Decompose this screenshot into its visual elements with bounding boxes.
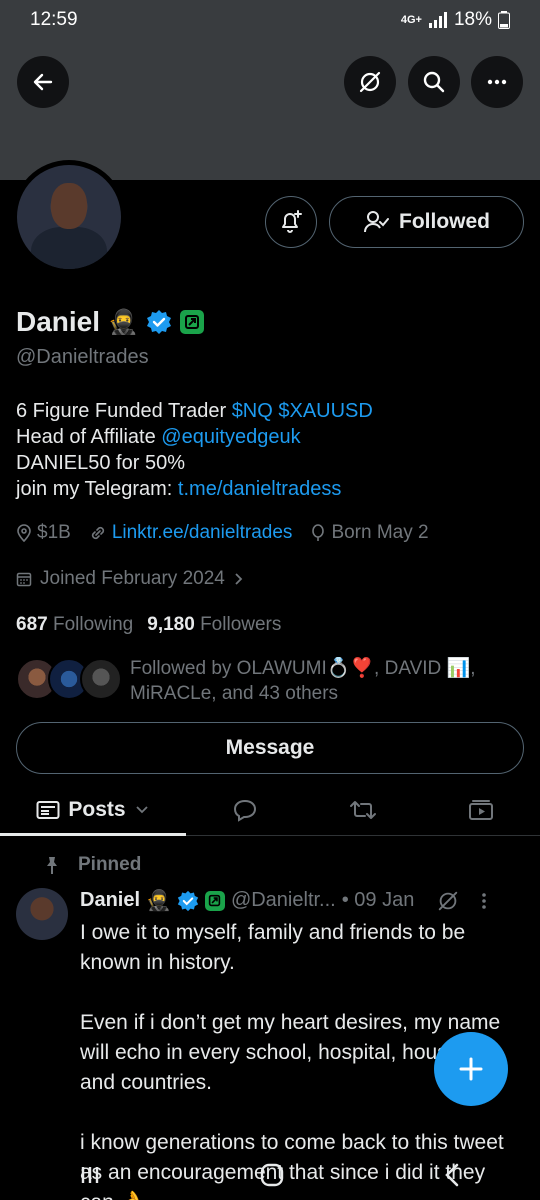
posts-feed-icon xyxy=(36,800,60,819)
calendar-icon xyxy=(16,572,32,587)
profile-name: Daniel xyxy=(16,306,101,337)
name-emoji: 🥷 xyxy=(108,308,138,336)
active-tab-indicator xyxy=(0,833,186,836)
status-icons: 4G+ 18% xyxy=(401,9,510,31)
profile-name-row: Daniel 🥷 xyxy=(16,306,204,338)
verified-badge-icon[interactable] xyxy=(146,309,172,335)
more-dots-icon xyxy=(487,79,507,85)
network-label: 4G+ xyxy=(400,14,422,26)
reply-bubble-icon xyxy=(233,799,257,822)
notifications-button[interactable] xyxy=(265,196,317,248)
birthday-item: Born May 2 xyxy=(310,522,429,544)
battery-label: 18% xyxy=(453,9,492,30)
link-icon xyxy=(91,526,104,540)
grok-button[interactable] xyxy=(344,56,396,108)
back-button[interactable] xyxy=(17,56,69,108)
status-bar: 12:59 4G+ 18% xyxy=(0,0,540,40)
more-button[interactable] xyxy=(471,56,523,108)
tab-media[interactable] xyxy=(422,784,540,835)
location-pin-icon xyxy=(17,524,31,542)
pinned-label-row: Pinned xyxy=(42,854,141,876)
post-author-avatar[interactable] xyxy=(16,888,68,940)
follow-counts: 687 Following 9,180 Followers xyxy=(16,614,281,636)
bio-telegram-link[interactable]: t.me/danieltradess xyxy=(178,478,341,500)
followed-label: Followed xyxy=(399,210,490,233)
followed-button[interactable]: Followed xyxy=(329,196,524,248)
user-check-icon xyxy=(364,211,389,233)
profile-avatar-frame xyxy=(12,160,126,274)
followed-by[interactable]: Followed by OLAWUMI💍❣️, DAVID 📊, MiRACLe… xyxy=(16,656,510,706)
joined-row[interactable]: Joined February 2024 xyxy=(16,568,245,590)
bio-text: 6 Figure Funded Trader xyxy=(16,400,232,422)
message-button[interactable]: Message xyxy=(16,722,524,774)
bio-text: join my Telegram: xyxy=(16,478,178,500)
location-text: $1B xyxy=(37,522,71,543)
chevron-down-icon xyxy=(135,805,148,813)
plus-icon xyxy=(459,1057,483,1081)
tab-posts[interactable]: Posts xyxy=(0,784,186,836)
profile-avatar[interactable] xyxy=(17,165,121,269)
chevron-right-icon xyxy=(235,573,243,585)
location-item: $1B xyxy=(16,522,71,544)
tab-reposts[interactable] xyxy=(304,784,422,835)
affiliate-badge-icon[interactable] xyxy=(179,310,204,334)
grok-icon[interactable] xyxy=(436,889,460,913)
bio-cashtag-link[interactable]: $NQ $XAUUSD xyxy=(232,400,373,422)
followed-by-text: Followed by OLAWUMI💍❣️, DAVID 📊, MiRACLe… xyxy=(130,658,476,704)
birthday-text: Born May 2 xyxy=(331,522,429,543)
tab-replies[interactable] xyxy=(186,784,304,835)
signal-icon xyxy=(428,12,447,28)
following-count[interactable]: 687 Following xyxy=(16,614,133,636)
profile-banner xyxy=(0,40,540,180)
verified-badge-icon xyxy=(177,890,199,911)
profile-bio: 6 Figure Funded Trader $NQ $XAUUSD Head … xyxy=(16,398,373,502)
search-icon xyxy=(423,71,445,93)
media-icon xyxy=(469,799,493,820)
post-date: • 09 Jan xyxy=(341,889,415,911)
recent-apps-icon[interactable] xyxy=(78,1163,102,1187)
website-item[interactable]: Linktr.ee/danieltrades xyxy=(89,522,293,544)
repost-icon xyxy=(350,800,376,819)
followed-by-avatars xyxy=(16,656,122,702)
affiliate-badge-icon xyxy=(204,890,225,911)
profile-meta: $1B Linktr.ee/danieltrades Born May 2 xyxy=(16,522,439,544)
home-icon[interactable] xyxy=(259,1162,285,1188)
post-paragraph: I owe it to myself, family and friends t… xyxy=(80,921,466,974)
balloon-icon xyxy=(312,524,325,541)
battery-icon xyxy=(498,11,510,29)
grok-icon xyxy=(359,71,381,93)
post-author-emoji: 🥷 xyxy=(146,890,171,912)
system-nav-bar xyxy=(0,1150,540,1200)
profile-tabs: Posts xyxy=(0,784,540,836)
back-arrow-icon xyxy=(33,73,53,91)
bell-plus-icon xyxy=(282,210,302,233)
post-more-icon[interactable] xyxy=(480,891,488,911)
post-header: Daniel 🥷 @Danieltr... • 09 Jan xyxy=(80,888,530,913)
status-time: 12:59 xyxy=(30,9,78,30)
website-link[interactable]: Linktr.ee/danieltrades xyxy=(112,522,293,544)
mutual-avatar xyxy=(80,658,122,700)
post-author-name[interactable]: Daniel xyxy=(80,889,140,912)
compose-button[interactable] xyxy=(434,1032,508,1106)
joined-text: Joined February 2024 xyxy=(40,568,225,589)
followers-count[interactable]: 9,180 Followers xyxy=(147,614,281,636)
back-nav-icon[interactable] xyxy=(442,1162,462,1188)
profile-handle: @Danieltrades xyxy=(16,346,149,368)
bio-text: Head of Affiliate xyxy=(16,426,162,448)
pin-icon xyxy=(47,857,57,874)
post-author-handle: @Danieltr... xyxy=(230,889,336,911)
bio-text: DANIEL50 for 50% xyxy=(16,452,185,474)
search-button[interactable] xyxy=(408,56,460,108)
tab-posts-label: Posts xyxy=(68,797,126,821)
pinned-label: Pinned xyxy=(78,854,142,875)
bio-mention-link[interactable]: @equityedgeuk xyxy=(161,426,300,448)
